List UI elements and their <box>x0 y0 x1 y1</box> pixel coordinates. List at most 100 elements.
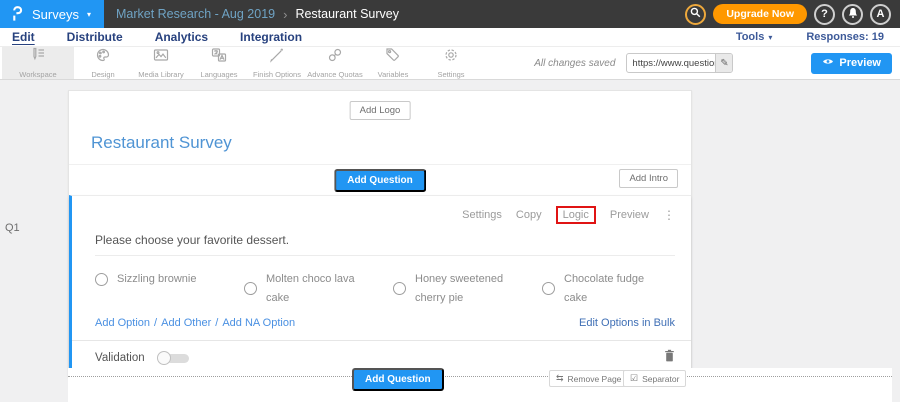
breadcrumb: Market Research - Aug 2019 › Restaurant … <box>116 7 399 22</box>
toolbar-item-languages[interactable]: Languages <box>190 47 248 79</box>
toolbar-item-media-library[interactable]: Media Library <box>132 47 190 79</box>
radio-icon[interactable] <box>95 273 108 286</box>
question-actions: Settings Copy Logic Preview ⋮ <box>72 196 691 224</box>
edit-toolbar: Workspace Design Media Library <box>0 47 900 80</box>
topbar-actions: Upgrade Now ? A <box>685 4 900 25</box>
edit-options-in-bulk-link[interactable]: Edit Options in Bulk <box>579 317 675 329</box>
tools-menu-label: Tools <box>736 31 765 43</box>
option-links-row: Add Option / Add Other / Add NA Option E… <box>72 307 691 329</box>
responses-count[interactable]: Responses: 19 <box>806 31 884 43</box>
survey-title[interactable]: Restaurant Survey <box>91 133 691 153</box>
answer-option[interactable]: Honey sweetened cherry pie <box>393 270 542 307</box>
answer-option[interactable]: Molten choco lava cake <box>244 270 393 307</box>
delete-question-button[interactable] <box>664 349 675 367</box>
preview-button-label: Preview <box>839 57 881 69</box>
trash-icon <box>664 349 675 367</box>
add-question-button-bottom[interactable]: Add Question <box>352 368 444 391</box>
edit-url-button[interactable]: ✎ <box>715 54 732 72</box>
notifications-button[interactable] <box>842 4 863 25</box>
image-icon <box>153 47 169 68</box>
question-text[interactable]: Please choose your favorite dessert. <box>95 233 675 256</box>
top-bar: Surveys ▾ Market Research - Aug 2019 › R… <box>0 0 900 28</box>
breadcrumb-separator: › <box>283 7 287 22</box>
chevron-down-icon: ▾ <box>768 33 772 42</box>
workspace-icon <box>30 47 46 68</box>
save-status: All changes saved <box>534 58 615 69</box>
radio-icon[interactable] <box>393 282 406 295</box>
toolbar-item-label: Languages <box>200 70 237 79</box>
survey-card: Add Logo Restaurant Survey Add Question … <box>68 90 692 377</box>
toolbar-item-label: Advance Quotas <box>307 70 362 79</box>
gear-icon <box>443 47 459 68</box>
toolbar-item-label: Finish Options <box>253 70 301 79</box>
pencil-icon: ✎ <box>720 58 728 69</box>
upgrade-now-button[interactable]: Upgrade Now <box>713 4 807 24</box>
toolbar-item-settings[interactable]: Settings <box>422 47 480 79</box>
logo-row: Add Logo <box>69 91 691 125</box>
toolbar-item-label: Design <box>91 70 114 79</box>
breadcrumb-folder[interactable]: Market Research - Aug 2019 <box>116 7 275 21</box>
account-avatar[interactable]: A <box>870 4 891 25</box>
preview-button[interactable]: Preview <box>811 53 892 74</box>
question-preview-link[interactable]: Preview <box>610 209 649 221</box>
more-options-icon[interactable]: ⋮ <box>663 208 675 222</box>
toolbar-item-label: Media Library <box>138 70 183 79</box>
add-logo-button[interactable]: Add Logo <box>350 101 411 120</box>
toolbar-item-design[interactable]: Design <box>74 47 132 79</box>
answer-option-label: Molten choco lava cake <box>266 270 366 307</box>
search-button[interactable] <box>685 4 706 25</box>
bell-icon <box>847 7 859 22</box>
separator-button[interactable]: ☑ Separator <box>623 370 686 387</box>
answer-option[interactable]: Chocolate fudge cake <box>542 270 691 307</box>
answer-option-label: Honey sweetened cherry pie <box>415 270 515 307</box>
answer-option-label: Chocolate fudge cake <box>564 270 664 307</box>
search-icon <box>690 7 701 21</box>
toolbar-right: All changes saved https://www.questionpr… <box>534 47 900 79</box>
radio-icon[interactable] <box>244 282 257 295</box>
toolbar-item-workspace[interactable]: Workspace <box>2 47 74 79</box>
chevron-down-icon: ▾ <box>87 10 91 19</box>
answer-option-label: Sizzling brownie <box>117 270 196 289</box>
chain-icon <box>327 47 343 68</box>
pen-icon <box>269 47 285 68</box>
breadcrumb-survey-name[interactable]: Restaurant Survey <box>295 7 399 21</box>
product-menu[interactable]: Surveys ▾ <box>0 0 104 28</box>
question-logic-link[interactable]: Logic <box>556 206 596 224</box>
add-na-option-link[interactable]: Add NA Option <box>222 317 295 329</box>
question-copy-link[interactable]: Copy <box>516 209 542 221</box>
question-settings-link[interactable]: Settings <box>462 209 502 221</box>
section-nav: Edit Distribute Analytics Integration To… <box>0 28 900 47</box>
answer-option[interactable]: Sizzling brownie <box>95 270 244 289</box>
nav-tab-analytics[interactable]: Analytics <box>155 30 208 44</box>
question-number: Q1 <box>5 222 20 234</box>
nav-tab-integration[interactable]: Integration <box>240 30 302 44</box>
add-question-button[interactable]: Add Question <box>334 169 426 192</box>
validation-toggle[interactable] <box>157 351 191 365</box>
eye-icon <box>822 57 834 69</box>
question-block: Settings Copy Logic Preview ⋮ Please cho… <box>69 195 691 376</box>
checkbox-checked-icon: ☑ <box>630 373 638 384</box>
toolbar-item-variables[interactable]: Variables <box>364 47 422 79</box>
add-other-link[interactable]: Add Other <box>161 317 211 329</box>
tools-menu[interactable]: Tools ▾ <box>736 31 773 43</box>
toolbar-item-finish-options[interactable]: Finish Options <box>248 47 306 79</box>
survey-url-field[interactable]: https://www.questionpro.com/t/APNrfZ <box>627 54 715 72</box>
product-menu-label: Surveys <box>32 7 79 22</box>
add-option-links: Add Option / Add Other / Add NA Option <box>95 317 295 329</box>
toolbar-item-label: Workspace <box>19 70 56 79</box>
toolbar-item-advance-quotas[interactable]: Advance Quotas <box>306 47 364 79</box>
nav-tab-edit[interactable]: Edit <box>12 30 35 44</box>
toolbar-item-label: Variables <box>378 70 409 79</box>
intro-row: Add Question Add Intro <box>69 165 691 195</box>
nav-tab-distribute[interactable]: Distribute <box>67 30 123 44</box>
translate-icon <box>211 47 227 68</box>
palette-icon <box>95 47 111 68</box>
add-option-link[interactable]: Add Option <box>95 317 150 329</box>
help-button[interactable]: ? <box>814 4 835 25</box>
subnav-right: Tools ▾ Responses: 19 <box>736 31 888 43</box>
radio-icon[interactable] <box>542 282 555 295</box>
validation-label: Validation <box>95 352 145 364</box>
survey-url-group: https://www.questionpro.com/t/APNrfZ ✎ <box>626 53 733 73</box>
add-intro-button[interactable]: Add Intro <box>619 169 678 188</box>
page-break-icon: ⇆ <box>556 373 564 384</box>
